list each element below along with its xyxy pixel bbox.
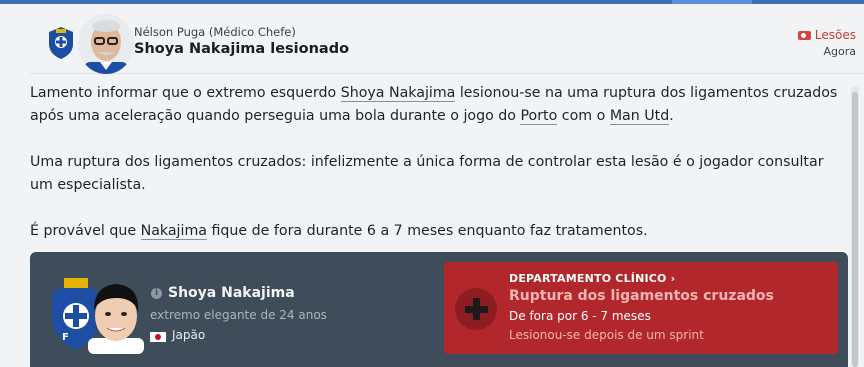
player-link[interactable]: Shoya Nakajima <box>340 85 456 102</box>
club-link[interactable]: Porto <box>520 108 558 125</box>
paragraph-prognosis: É provável que Nakajima fique de fora du… <box>30 220 840 243</box>
text-segment: fique de fora durante 6 a 7 meses enquan… <box>206 223 648 239</box>
medical-panel[interactable]: DEPARTAMENTO CLÍNICO › Ruptura dos ligam… <box>444 262 838 354</box>
text-segment: É provável que <box>30 223 141 239</box>
opponent-link[interactable]: Man Utd <box>609 108 670 125</box>
player-nationality: Japão <box>172 328 206 342</box>
category-tag[interactable]: Lesões <box>797 28 856 42</box>
staff-avatar <box>78 14 134 74</box>
injury-tag-icon <box>797 30 811 40</box>
message-time: Agora <box>823 45 856 58</box>
text-segment: Lamento informar que o extremo esquerdo <box>30 85 341 101</box>
text-segment: com o <box>557 108 610 124</box>
player-injury-card: F i Shoya Nakajima extremo elegante de 2… <box>30 252 848 367</box>
message-header: Nélson Puga (Médico Chefe) Shoya Nakajim… <box>30 4 864 74</box>
category-tag-label: Lesões <box>814 28 856 42</box>
medical-cross-icon <box>455 288 497 330</box>
paragraph-injury: Lamento informar que o extremo esquerdo … <box>30 82 840 128</box>
injury-cause: Lesionou-se depois de um sprint <box>509 328 704 342</box>
club-crest-icon <box>49 27 73 59</box>
injury-name: Ruptura dos ligamentos cruzados <box>509 288 774 304</box>
flag-japan-icon <box>150 332 166 342</box>
text-segment: . <box>669 108 674 124</box>
scrollbar[interactable] <box>851 86 859 367</box>
player-name[interactable]: Shoya Nakajima <box>168 285 295 301</box>
medical-department-link[interactable]: DEPARTAMENTO CLÍNICO › <box>509 272 675 285</box>
sender-name[interactable]: Nélson Puga (Médico Chefe) <box>134 25 296 39</box>
message-body: Lamento informar que o extremo esquerdo … <box>30 82 840 266</box>
svg-text:F: F <box>62 332 69 343</box>
player-photo[interactable] <box>78 274 154 354</box>
scrollbar-thumb[interactable] <box>852 92 858 367</box>
paragraph-diagnosis: Uma ruptura dos ligamentos cruzados: inf… <box>30 154 824 193</box>
player-short-link[interactable]: Nakajima <box>140 223 207 240</box>
info-icon[interactable]: i <box>151 288 162 299</box>
injury-duration: De fora por 6 - 7 meses <box>509 309 651 323</box>
player-description: extremo elegante de 24 anos <box>150 308 327 322</box>
message-subject: Shoya Nakajima lesionado <box>134 41 350 57</box>
